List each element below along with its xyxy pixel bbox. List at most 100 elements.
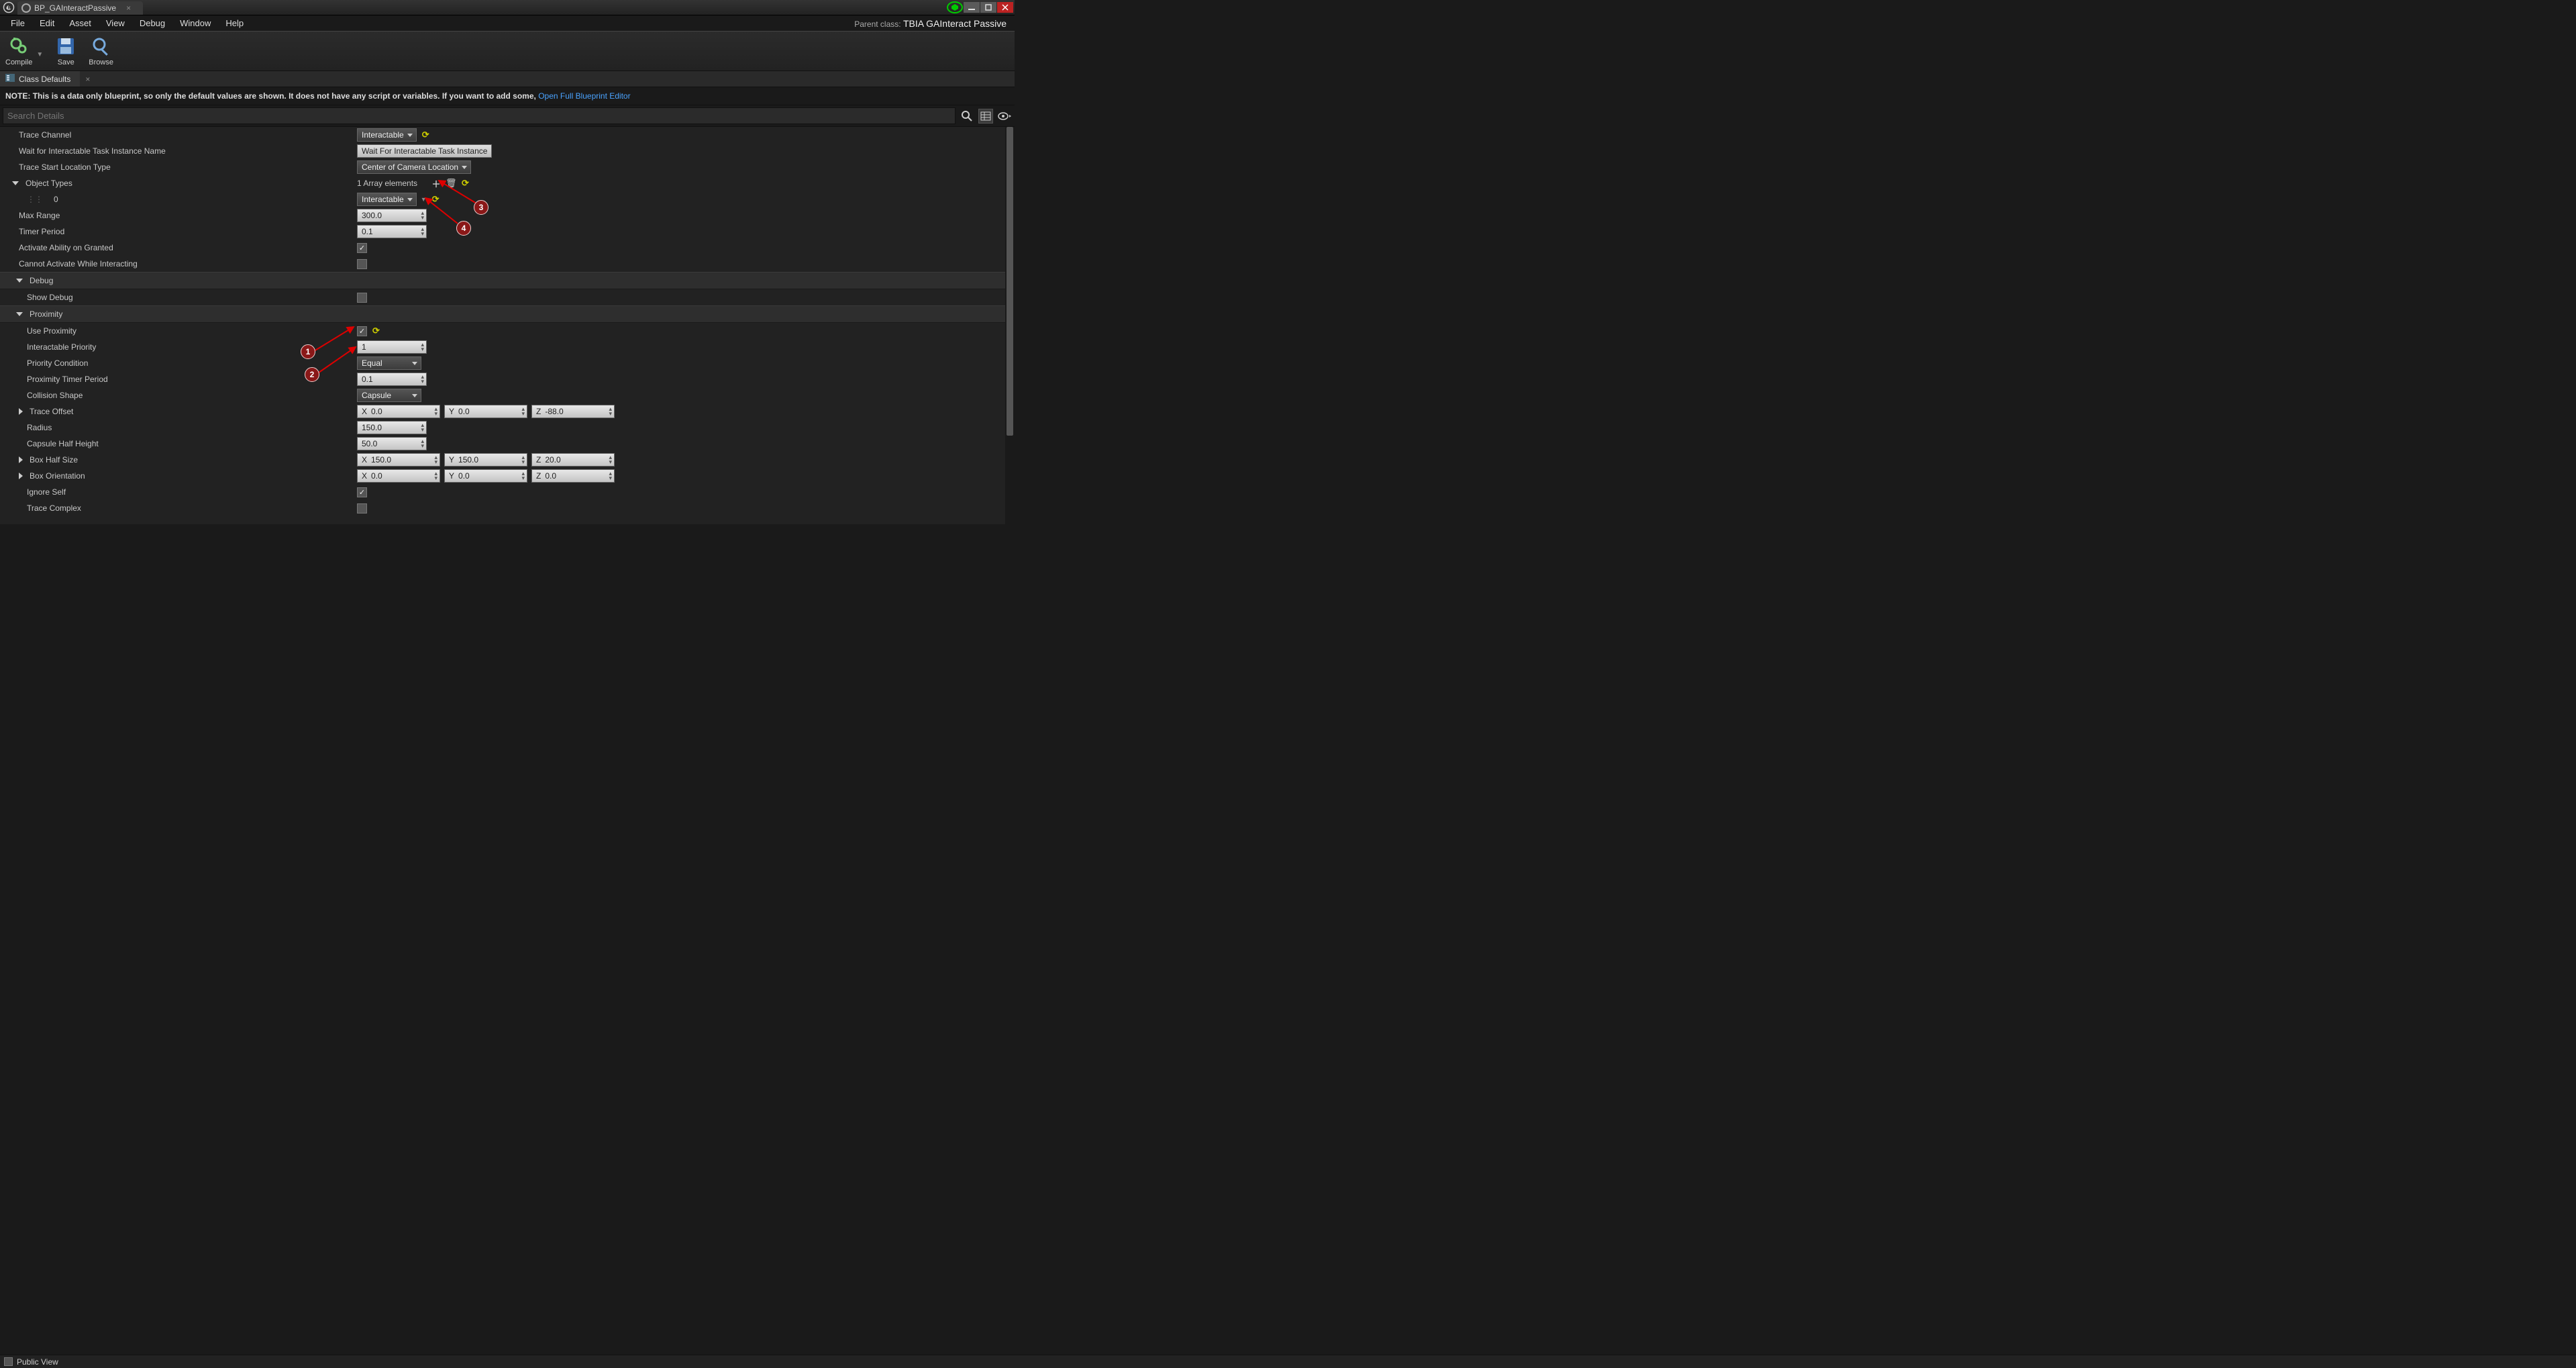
array-elements-label: 1 Array elements [357, 179, 417, 188]
label-ignore-self: Ignore Self [0, 487, 356, 497]
menubar: File Edit Asset View Debug Window Help P… [0, 15, 1015, 31]
input-interactable-priority[interactable]: 1▴▾ [357, 340, 427, 354]
label-priority-condition: Priority Condition [0, 358, 356, 368]
dropdown-trace-start[interactable]: Center of Camera Location [357, 160, 471, 174]
footer: Public View [0, 1355, 2576, 1368]
checkbox-activate-on-granted[interactable] [357, 243, 367, 253]
compile-dropdown-icon[interactable]: ▼ [36, 51, 43, 58]
input-box-orient-y[interactable]: Y0.0▴▾ [444, 469, 527, 483]
checkbox-ignore-self[interactable] [357, 487, 367, 497]
menu-view[interactable]: View [99, 16, 132, 30]
section-object-types[interactable]: Object Types [0, 179, 356, 188]
menu-debug[interactable]: Debug [133, 16, 172, 30]
tab-class-defaults[interactable]: Class Defaults [0, 71, 80, 87]
menu-file[interactable]: File [4, 16, 32, 30]
label-trace-start: Trace Start Location Type [0, 162, 356, 172]
marketplace-icon[interactable] [947, 1, 963, 13]
property-matrix-icon[interactable] [978, 109, 993, 124]
label-show-debug: Show Debug [0, 293, 356, 302]
window-tab-title: BP_GAInteractPassive [34, 3, 116, 13]
input-proximity-timer[interactable]: 0.1▴▾ [357, 373, 427, 386]
view-options-icon[interactable] [997, 109, 1012, 124]
section-trace-offset[interactable]: Trace Offset [0, 407, 356, 416]
element-options-icon[interactable]: ▼ [421, 196, 427, 203]
input-box-half-z[interactable]: Z20.0▴▾ [531, 453, 615, 467]
input-box-orient-z[interactable]: Z0.0▴▾ [531, 469, 615, 483]
menu-window[interactable]: Window [173, 16, 217, 30]
section-box-half[interactable]: Box Half Size [0, 455, 356, 465]
input-trace-offset-x[interactable]: X0.0▴▾ [357, 405, 440, 418]
input-timer-period[interactable]: 0.1▴▾ [357, 225, 427, 238]
label-proximity-timer: Proximity Timer Period [0, 375, 356, 384]
section-debug[interactable]: Debug [0, 276, 356, 285]
panel-tab-row: Class Defaults × [0, 71, 1015, 87]
open-full-editor-link[interactable]: Open Full Blueprint Editor [538, 91, 630, 101]
blueprint-icon [21, 3, 31, 13]
checkbox-cannot-activate[interactable] [357, 259, 367, 269]
save-button[interactable]: Save [55, 36, 76, 66]
dropdown-trace-channel[interactable]: Interactable [357, 128, 417, 142]
annotation-badge-2: 2 [305, 367, 319, 382]
reset-icon[interactable]: ⟳ [460, 178, 470, 189]
label-radius: Radius [0, 423, 356, 432]
label-use-proximity: Use Proximity [0, 326, 356, 336]
browse-icon [91, 36, 112, 57]
tab-close-icon[interactable]: × [126, 3, 131, 13]
parent-class-readout: Parent class: TBIA GAInteract Passive [854, 18, 1011, 29]
label-trace-complex: Trace Complex [0, 503, 356, 513]
dropdown-object-type-0[interactable]: Interactable [357, 193, 417, 206]
label-trace-channel: Trace Channel [0, 130, 356, 140]
array-add-button[interactable]: ＋ [431, 177, 442, 190]
window-maximize-button[interactable] [980, 2, 996, 13]
array-clear-button[interactable]: 🗑 [446, 178, 456, 189]
search-row [0, 105, 1015, 127]
search-icon[interactable] [960, 109, 974, 124]
label-activate-on-granted: Activate Ability on Granted [0, 243, 356, 252]
reset-icon[interactable]: ⟳ [421, 130, 431, 140]
browse-button[interactable]: Browse [89, 36, 113, 66]
section-proximity[interactable]: Proximity [0, 309, 356, 319]
section-box-orient[interactable]: Box Orientation [0, 471, 356, 481]
menu-edit[interactable]: Edit [33, 16, 61, 30]
dropdown-collision-shape[interactable]: Capsule [357, 389, 421, 402]
reset-icon[interactable]: ⟳ [431, 194, 441, 205]
annotation-badge-1: 1 [301, 344, 315, 359]
parent-class-link[interactable]: TBIA GAInteract Passive [903, 18, 1007, 29]
input-box-half-y[interactable]: Y150.0▴▾ [444, 453, 527, 467]
window-tab[interactable]: BP_GAInteractPassive × [17, 1, 143, 15]
vertical-scrollbar[interactable] [1005, 127, 1015, 524]
input-box-orient-x[interactable]: X0.0▴▾ [357, 469, 440, 483]
data-only-note: NOTE: This is a data only blueprint, so … [0, 87, 1015, 105]
input-wait-task[interactable]: Wait For Interactable Task Instance [357, 144, 492, 158]
annotation-badge-4: 4 [456, 221, 471, 236]
dropdown-priority-condition[interactable]: Equal [357, 356, 421, 370]
public-view-label: Public View [17, 1357, 58, 1367]
tab-close-icon[interactable]: × [80, 71, 95, 87]
details-icon [5, 74, 15, 84]
input-trace-offset-y[interactable]: Y0.0▴▾ [444, 405, 527, 418]
menu-help[interactable]: Help [219, 16, 250, 30]
label-wait-task: Wait for Interactable Task Instance Name [0, 146, 356, 156]
label-collision-shape: Collision Shape [0, 391, 356, 400]
search-input[interactable] [3, 107, 956, 124]
compile-button[interactable]: Compile [5, 36, 32, 66]
compile-icon [8, 36, 30, 57]
toolbar: Compile ▼ Save Browse [0, 31, 1015, 71]
input-radius[interactable]: 150.0▴▾ [357, 421, 427, 434]
input-capsule-half[interactable]: 50.0▴▾ [357, 437, 427, 450]
titlebar: BP_GAInteractPassive × [0, 0, 1015, 15]
input-box-half-x[interactable]: X150.0▴▾ [357, 453, 440, 467]
checkbox-show-debug[interactable] [357, 293, 367, 303]
checkbox-trace-complex[interactable] [357, 503, 367, 514]
window-close-button[interactable] [997, 2, 1013, 13]
input-trace-offset-z[interactable]: Z-88.0▴▾ [531, 405, 615, 418]
reset-icon[interactable]: ⟳ [371, 326, 381, 336]
menu-asset[interactable]: Asset [62, 16, 98, 30]
checkbox-use-proximity[interactable] [357, 326, 367, 336]
label-capsule-half: Capsule Half Height [0, 439, 356, 448]
label-cannot-activate: Cannot Activate While Interacting [0, 259, 356, 268]
input-max-range[interactable]: 300.0▴▾ [357, 209, 427, 222]
checkbox-public-view[interactable] [4, 1357, 13, 1366]
window-minimize-button[interactable] [964, 2, 980, 13]
details-panel: Trace Channel Interactable ⟳ Wait for In… [0, 127, 1015, 524]
